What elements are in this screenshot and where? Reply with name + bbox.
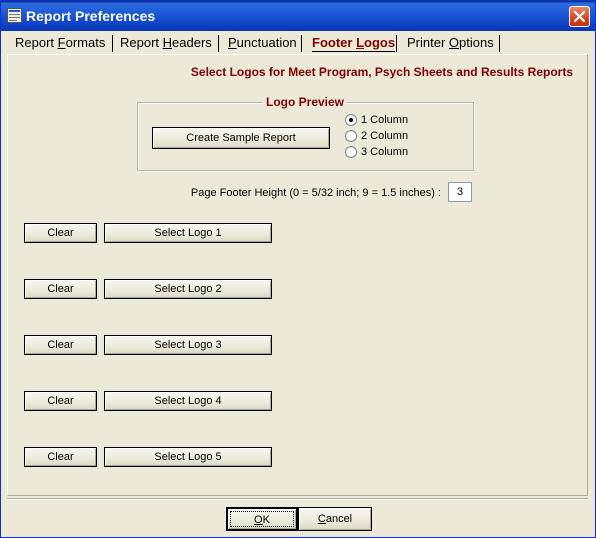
tab-footer-logos-label: Footer xyxy=(312,35,357,50)
report-preferences-window: Report Preferences Report Formats Report… xyxy=(0,0,596,538)
radio-1-column[interactable] xyxy=(344,113,358,127)
select-logo-2-button[interactable]: Select Logo 2 xyxy=(104,279,272,299)
cancel-label: ancel xyxy=(325,513,353,525)
bottom-separator xyxy=(7,498,588,500)
close-button[interactable] xyxy=(569,6,590,27)
tab-punctuation-accelerator: P xyxy=(228,35,237,50)
tab-printer-options[interactable]: Printer Options xyxy=(401,32,500,54)
tab-separator xyxy=(218,35,219,52)
clear-logo-1-button[interactable]: Clear xyxy=(24,223,97,243)
clear-logo-4-button[interactable]: Clear xyxy=(24,391,97,411)
select-logo-1-button[interactable]: Select Logo 1 xyxy=(104,223,272,243)
close-icon xyxy=(574,11,585,22)
footer-height-input[interactable]: 3 xyxy=(448,182,472,202)
tab-separator xyxy=(499,35,500,52)
page-heading: Select Logos for Meet Program, Psych She… xyxy=(190,65,573,79)
radio-2-column-label: 2 Column xyxy=(361,130,409,142)
active-tab-underline xyxy=(312,51,396,52)
tab-printer-options-label-rest: ptions xyxy=(459,35,494,50)
tab-report-formats-label: Report xyxy=(15,35,58,50)
tab-report-headers-label: Report xyxy=(120,35,163,50)
cancel-accelerator: C xyxy=(317,513,326,525)
tab-report-formats[interactable]: Report Formats xyxy=(9,32,111,54)
tab-report-headers-accelerator: H xyxy=(162,35,173,50)
clear-logo-2-button[interactable]: Clear xyxy=(24,279,97,299)
tab-report-headers[interactable]: Report Headers xyxy=(114,32,218,54)
tab-separator xyxy=(112,35,113,52)
ok-button[interactable]: OK xyxy=(226,507,298,531)
tab-separator xyxy=(301,35,302,52)
radio-1-column-label: 1 Column xyxy=(361,114,409,126)
logo-preview-title: Logo Preview xyxy=(263,94,348,110)
radio-3-column-label: 3 Column xyxy=(361,146,409,158)
tab-punctuation-label-rest: unctuation xyxy=(236,35,297,50)
select-logo-3-button[interactable]: Select Logo 3 xyxy=(104,335,272,355)
tab-footer-logos[interactable]: Footer Logos xyxy=(306,32,401,54)
tab-printer-options-label: Printer xyxy=(407,35,449,50)
tab-punctuation[interactable]: Punctuation xyxy=(222,32,303,54)
tab-footer-logos-accelerator: L xyxy=(356,35,365,50)
clear-logo-5-button[interactable]: Clear xyxy=(24,447,97,467)
tab-report-headers-label-rest: eaders xyxy=(172,35,212,50)
app-icon xyxy=(7,8,22,23)
clear-logo-3-button[interactable]: Clear xyxy=(24,335,97,355)
tab-separator xyxy=(396,35,397,52)
tab-footer-logos-label-rest: ogos xyxy=(364,35,396,50)
ok-accelerator: O xyxy=(254,514,263,526)
select-logo-4-button[interactable]: Select Logo 4 xyxy=(104,391,272,411)
tab-report-formats-accelerator: F xyxy=(57,35,66,50)
select-logo-5-button[interactable]: Select Logo 5 xyxy=(104,447,272,467)
radio-3-column[interactable] xyxy=(344,145,358,159)
window-title: Report Preferences xyxy=(26,8,156,24)
footer-height-label: Page Footer Height (0 = 5/32 inch; 9 = 1… xyxy=(190,187,441,199)
ok-label: K xyxy=(262,514,270,526)
tab-report-formats-label-rest: ormats xyxy=(65,35,106,50)
cancel-button[interactable]: Cancel xyxy=(298,507,372,531)
tab-printer-options-accelerator: O xyxy=(448,35,460,50)
create-sample-report-button[interactable]: Create Sample Report xyxy=(152,127,330,149)
radio-2-column[interactable] xyxy=(344,129,358,143)
title-bar[interactable]: Report Preferences xyxy=(1,1,595,31)
